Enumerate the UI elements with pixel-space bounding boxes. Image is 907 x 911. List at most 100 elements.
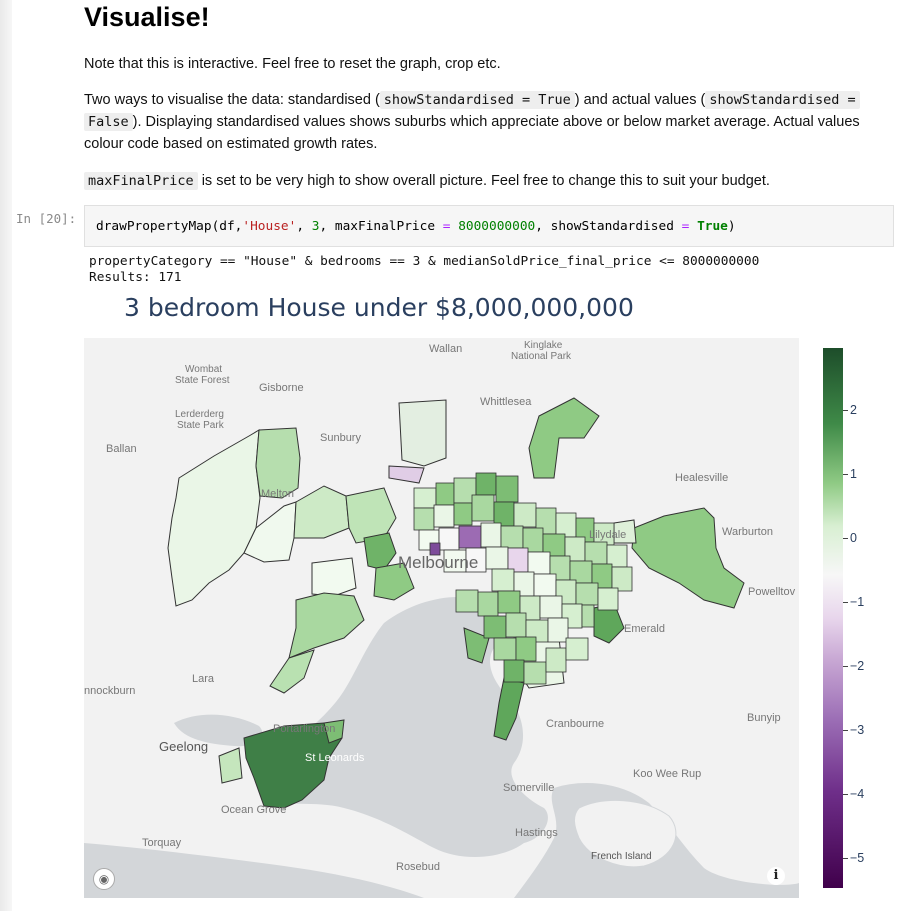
code-sep: , maxFinalPrice bbox=[319, 219, 443, 234]
place-label: Portarlington bbox=[273, 723, 336, 735]
place-label: Somerville bbox=[503, 782, 555, 794]
suburb-cell bbox=[477, 591, 499, 617]
suburb-cell bbox=[493, 501, 515, 527]
place-label: Emerald bbox=[624, 623, 665, 635]
suburb-cell bbox=[438, 527, 460, 551]
place-label: Powelltov bbox=[748, 586, 796, 598]
info-icon[interactable]: i bbox=[767, 867, 785, 885]
code-close-paren: ) bbox=[727, 219, 736, 234]
place-label: Lerderderg bbox=[175, 409, 224, 420]
suburb-cell bbox=[515, 636, 537, 662]
notebook-gutter bbox=[0, 0, 12, 911]
output-results-line: Results: 171 bbox=[89, 270, 182, 285]
suburb-cell bbox=[435, 482, 455, 506]
suburb-region bbox=[631, 507, 745, 609]
suburb-cell bbox=[513, 502, 537, 528]
para1-text: Note that this is interactive. Feel free… bbox=[84, 56, 501, 72]
colorbar-label: −4 bbox=[850, 787, 865, 801]
suburb-cell bbox=[455, 589, 479, 613]
suburb-region bbox=[288, 592, 365, 659]
suburb-cell bbox=[565, 637, 589, 661]
suburb-cell bbox=[611, 566, 633, 592]
suburb-region bbox=[218, 747, 243, 784]
suburb-cell bbox=[458, 525, 482, 549]
place-label: Torquay bbox=[142, 837, 182, 849]
suburb-cell bbox=[485, 546, 509, 570]
colorbar-label: 2 bbox=[850, 403, 857, 417]
suburb-cell bbox=[475, 472, 497, 496]
plot-title: 3 bedroom House under $8,000,000,000 bbox=[124, 293, 634, 322]
place-label: Melbourne bbox=[398, 553, 479, 572]
code-bool-arg: True bbox=[697, 219, 728, 234]
place-label: National Park bbox=[511, 351, 572, 362]
place-label: Whittlesea bbox=[480, 396, 532, 408]
place-label: State Park bbox=[177, 420, 224, 431]
code-string-arg: 'House' bbox=[242, 219, 297, 234]
colorbar-tick bbox=[843, 602, 848, 603]
inline-code-show-standardised-true: showStandardised = True bbox=[379, 91, 575, 109]
cell-prompt: In [20]: bbox=[16, 211, 77, 226]
suburb-region bbox=[167, 429, 261, 607]
suburb-cell bbox=[413, 487, 437, 509]
suburb-cell bbox=[483, 615, 507, 639]
suburb-cell bbox=[503, 659, 525, 683]
colorbar-tick bbox=[843, 474, 848, 475]
suburb-region bbox=[363, 532, 397, 571]
suburb-region bbox=[528, 397, 600, 479]
place-label: Kinglake bbox=[524, 340, 563, 351]
colorbar-tick bbox=[843, 666, 848, 667]
colorbar-label: −3 bbox=[850, 723, 865, 737]
suburb-cell bbox=[527, 551, 551, 575]
suburb-cell bbox=[471, 494, 495, 522]
place-label: Lara bbox=[192, 673, 215, 685]
suburb-region bbox=[293, 485, 350, 539]
place-label: Koo Wee Rup bbox=[633, 768, 702, 780]
colorbar-label: −1 bbox=[850, 595, 865, 609]
colorbar-tick bbox=[843, 410, 848, 411]
inline-code-show-standardised: showStandardised = bbox=[705, 91, 860, 109]
place-label: Wallan bbox=[429, 343, 463, 355]
suburb-cell bbox=[507, 547, 529, 573]
place-label: Rosebud bbox=[396, 861, 441, 873]
inline-code-false: False bbox=[84, 113, 133, 131]
suburb-cell bbox=[533, 573, 557, 597]
suburb-cell bbox=[495, 475, 519, 503]
para3-text: is set to be very high to show overall p… bbox=[197, 173, 770, 189]
place-label: Warburton bbox=[722, 526, 773, 538]
place-label: Gisborne bbox=[259, 382, 304, 394]
suburb-cell bbox=[413, 507, 435, 531]
code-cell-input[interactable]: drawPropertyMap(df,'House', 3, maxFinalP… bbox=[84, 205, 894, 247]
suburb-cell bbox=[493, 637, 517, 661]
choropleth-map[interactable]: Wallan Kinglake National Park Wombat Sta… bbox=[84, 338, 799, 898]
suburb-cell bbox=[491, 568, 515, 592]
suburb-cell bbox=[505, 612, 527, 638]
place-label: Sunbury bbox=[320, 432, 361, 444]
code-price-arg: 8000000000 bbox=[458, 219, 536, 234]
suburb-cell bbox=[545, 647, 567, 673]
suburb-cell bbox=[480, 522, 502, 548]
suburb-cell bbox=[581, 604, 595, 628]
place-label: State Forest bbox=[175, 375, 230, 386]
place-label: Cranbourne bbox=[546, 718, 605, 730]
colorbar-label: 1 bbox=[850, 467, 857, 481]
suburb-cell bbox=[500, 525, 524, 549]
colorbar-tick bbox=[843, 730, 848, 731]
colorbar bbox=[823, 348, 843, 888]
suburb-region bbox=[388, 465, 425, 484]
place-label: St Leonards bbox=[305, 752, 365, 764]
colorbar-tick bbox=[843, 794, 848, 795]
mapbox-logo-icon[interactable]: ◉ bbox=[93, 868, 115, 890]
suburb-cell bbox=[555, 512, 577, 538]
colorbar-label: −5 bbox=[850, 851, 865, 865]
colorbar-tick bbox=[843, 858, 848, 859]
para2-text-3: ). Displaying standardised values shows … bbox=[84, 114, 860, 152]
colorbar-tick bbox=[843, 538, 848, 539]
output-query-line: propertyCategory == "House" & bedrooms =… bbox=[89, 254, 760, 269]
place-label: Healesville bbox=[675, 472, 729, 484]
suburb-region bbox=[311, 557, 357, 597]
suburb-cell bbox=[539, 595, 563, 619]
suburb-region bbox=[398, 399, 447, 467]
bass-strait bbox=[84, 843, 424, 898]
suburb-cell bbox=[523, 661, 547, 685]
